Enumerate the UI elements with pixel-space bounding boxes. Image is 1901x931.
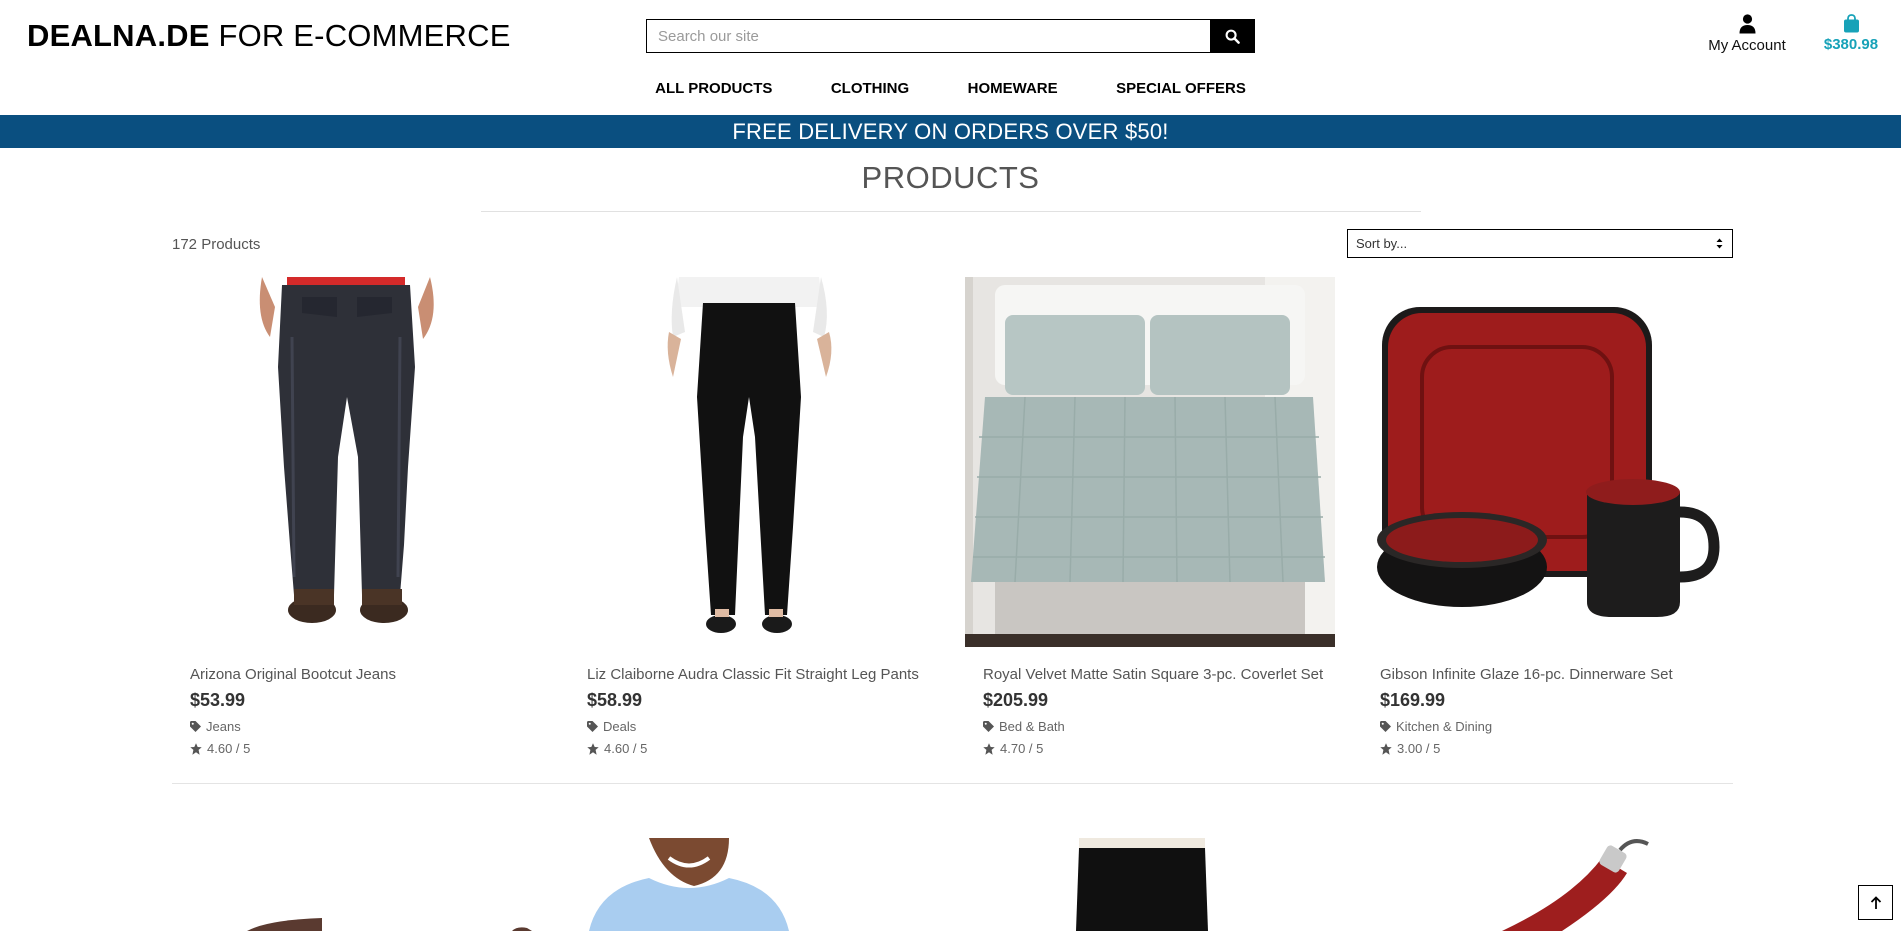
product-info: Royal Velvet Matte Satin Square 3-pc. Co…: [983, 666, 1353, 756]
nav-homeware[interactable]: HOMEWARE: [968, 80, 1058, 97]
tag-icon: [587, 721, 598, 732]
my-account-label: My Account: [1708, 37, 1786, 54]
search-button[interactable]: [1210, 20, 1254, 52]
site-header: DEALNA.DE FOR E-COMMERCE My Account $380…: [0, 0, 1901, 115]
product-info: Arizona Original Bootcut Jeans $53.99 Je…: [190, 666, 560, 756]
tag-icon: [983, 721, 994, 732]
sort-selected: Sort by...: [1356, 236, 1408, 251]
product-rating: 4.70 / 5: [983, 741, 1353, 756]
product-image-partial[interactable]: [172, 838, 542, 931]
main-nav: ALL PRODUCTS CLOTHING HOMEWARE SPECIAL O…: [0, 80, 1901, 98]
page-title: PRODUCTS: [861, 160, 1040, 195]
product-card: Gibson Infinite Glaze 16-pc. Dinnerware …: [1362, 277, 1732, 757]
arrow-up-icon: [1870, 895, 1881, 909]
title-divider: [481, 211, 1421, 212]
product-info: Gibson Infinite Glaze 16-pc. Dinnerware …: [1380, 666, 1750, 756]
logo-bold: DEALNA.DE: [27, 18, 210, 53]
product-image-coverlet[interactable]: [965, 277, 1335, 647]
rating-value: 4.70 / 5: [1000, 741, 1044, 756]
logo-rest: FOR E-COMMERCE: [209, 18, 511, 53]
search-input[interactable]: [647, 20, 1210, 52]
product-image-jeans[interactable]: [172, 277, 542, 647]
product-card: Royal Velvet Matte Satin Square 3-pc. Co…: [965, 277, 1335, 757]
site-logo[interactable]: DEALNA.DE FOR E-COMMERCE: [27, 18, 511, 54]
star-icon: [190, 742, 202, 755]
product-rating: 3.00 / 5: [1380, 741, 1750, 756]
cart-total: $380.98: [1823, 36, 1879, 53]
product-card: Arizona Original Bootcut Jeans $53.99 Je…: [172, 277, 542, 757]
sort-select[interactable]: Sort by...: [1347, 229, 1733, 258]
rating-value: 3.00 / 5: [1397, 741, 1441, 756]
category-label: Jeans: [206, 719, 241, 734]
product-card: Liz Claiborne Audra Classic Fit Straight…: [569, 277, 939, 757]
my-account-link[interactable]: My Account: [1702, 14, 1792, 54]
rating-value: 4.60 / 5: [604, 741, 648, 756]
product-name[interactable]: Liz Claiborne Audra Classic Fit Straight…: [587, 666, 957, 683]
star-icon: [983, 742, 995, 755]
cart-link[interactable]: $380.98: [1815, 14, 1887, 53]
product-rating: 4.60 / 5: [190, 741, 560, 756]
search-icon: [1225, 29, 1240, 44]
product-category[interactable]: Deals: [587, 719, 957, 734]
product-image-dinnerware[interactable]: [1362, 277, 1732, 647]
product-image-partial[interactable]: [569, 838, 939, 931]
back-to-top-button[interactable]: [1858, 885, 1893, 920]
shopping-bag-icon: [1843, 14, 1859, 33]
delivery-banner: FREE DELIVERY ON ORDERS OVER $50!: [0, 115, 1901, 148]
product-price: $205.99: [983, 690, 1049, 710]
product-count: 172 Products: [172, 236, 261, 253]
product-name[interactable]: Gibson Infinite Glaze 16-pc. Dinnerware …: [1380, 666, 1750, 683]
product-name[interactable]: Royal Velvet Matte Satin Square 3-pc. Co…: [983, 666, 1353, 683]
product-rating: 4.60 / 5: [587, 741, 957, 756]
nav-clothing[interactable]: CLOTHING: [831, 80, 909, 97]
product-image-partial[interactable]: [965, 838, 1335, 931]
product-image-partial[interactable]: [1362, 838, 1732, 931]
category-label: Deals: [603, 719, 637, 734]
category-label: Kitchen & Dining: [1396, 719, 1493, 734]
product-image-pants[interactable]: [569, 277, 939, 647]
nav-special-offers[interactable]: SPECIAL OFFERS: [1116, 80, 1246, 97]
product-name[interactable]: Arizona Original Bootcut Jeans: [190, 666, 560, 683]
tag-icon: [1380, 721, 1391, 732]
category-label: Bed & Bath: [999, 719, 1065, 734]
tag-icon: [190, 721, 201, 732]
product-price: $169.99: [1380, 690, 1446, 710]
product-info: Liz Claiborne Audra Classic Fit Straight…: [587, 666, 957, 756]
select-arrows-icon: [1716, 230, 1723, 268]
product-category[interactable]: Jeans: [190, 719, 560, 734]
product-category[interactable]: Kitchen & Dining: [1380, 719, 1750, 734]
star-icon: [587, 742, 599, 755]
star-icon: [1380, 742, 1392, 755]
search-bar: [646, 19, 1255, 53]
user-icon: [1739, 14, 1755, 34]
rating-value: 4.60 / 5: [207, 741, 251, 756]
nav-all-products[interactable]: ALL PRODUCTS: [655, 80, 772, 97]
row-divider: [172, 783, 1733, 784]
product-price: $58.99: [587, 690, 643, 710]
product-price: $53.99: [190, 690, 246, 710]
product-category[interactable]: Bed & Bath: [983, 719, 1353, 734]
